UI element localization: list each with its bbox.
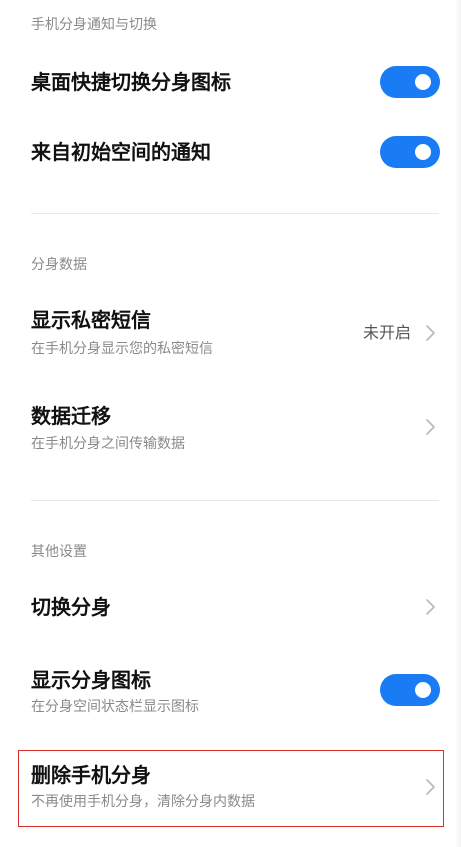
origin-notify-toggle[interactable] <box>380 136 440 168</box>
show-icon-subtitle: 在分身空间状态栏显示图标 <box>31 699 199 715</box>
divider <box>31 213 439 214</box>
section-header-notify: 手机分身通知与切换 <box>31 17 157 33</box>
divider <box>31 500 439 501</box>
delete-profile-title: 删除手机分身 <box>31 763 151 787</box>
show-icon-toggle[interactable] <box>380 674 440 706</box>
toggle-knob <box>415 144 431 160</box>
desktop-switch-title: 桌面快捷切换分身图标 <box>31 70 231 94</box>
desktop-switch-row[interactable]: 桌面快捷切换分身图标 <box>0 60 461 104</box>
chevron-right-icon <box>424 323 438 343</box>
chevron-right-icon <box>424 417 438 437</box>
origin-notify-title: 来自初始空间的通知 <box>31 140 211 164</box>
chevron-right-icon <box>424 597 438 617</box>
desktop-switch-toggle[interactable] <box>380 66 440 98</box>
data-migrate-title: 数据迁移 <box>31 404 111 428</box>
section-header-other: 其他设置 <box>31 544 87 560</box>
data-migrate-subtitle: 在手机分身之间传输数据 <box>31 436 185 452</box>
toggle-knob <box>415 682 431 698</box>
private-sms-subtitle: 在手机分身显示您的私密短信 <box>31 341 213 357</box>
delete-profile-row[interactable]: 删除手机分身 不再使用手机分身，清除分身内数据 <box>0 755 461 823</box>
private-sms-title: 显示私密短信 <box>31 308 151 332</box>
switch-profile-row[interactable]: 切换分身 <box>0 585 461 629</box>
delete-profile-subtitle: 不再使用手机分身，清除分身内数据 <box>31 794 255 810</box>
toggle-knob <box>415 74 431 90</box>
switch-profile-title: 切换分身 <box>31 595 111 619</box>
origin-notify-row[interactable]: 来自初始空间的通知 <box>0 130 461 174</box>
section-header-data: 分身数据 <box>31 257 87 273</box>
chevron-right-icon <box>424 777 438 797</box>
show-icon-title: 显示分身图标 <box>31 668 151 692</box>
private-sms-row[interactable]: 显示私密短信 在手机分身显示您的私密短信 未开启 <box>0 300 461 366</box>
data-migrate-row[interactable]: 数据迁移 在手机分身之间传输数据 <box>0 393 461 459</box>
private-sms-status: 未开启 <box>363 323 412 342</box>
edge-shadow <box>455 0 461 847</box>
show-icon-row[interactable]: 显示分身图标 在分身空间状态栏显示图标 <box>0 663 461 719</box>
